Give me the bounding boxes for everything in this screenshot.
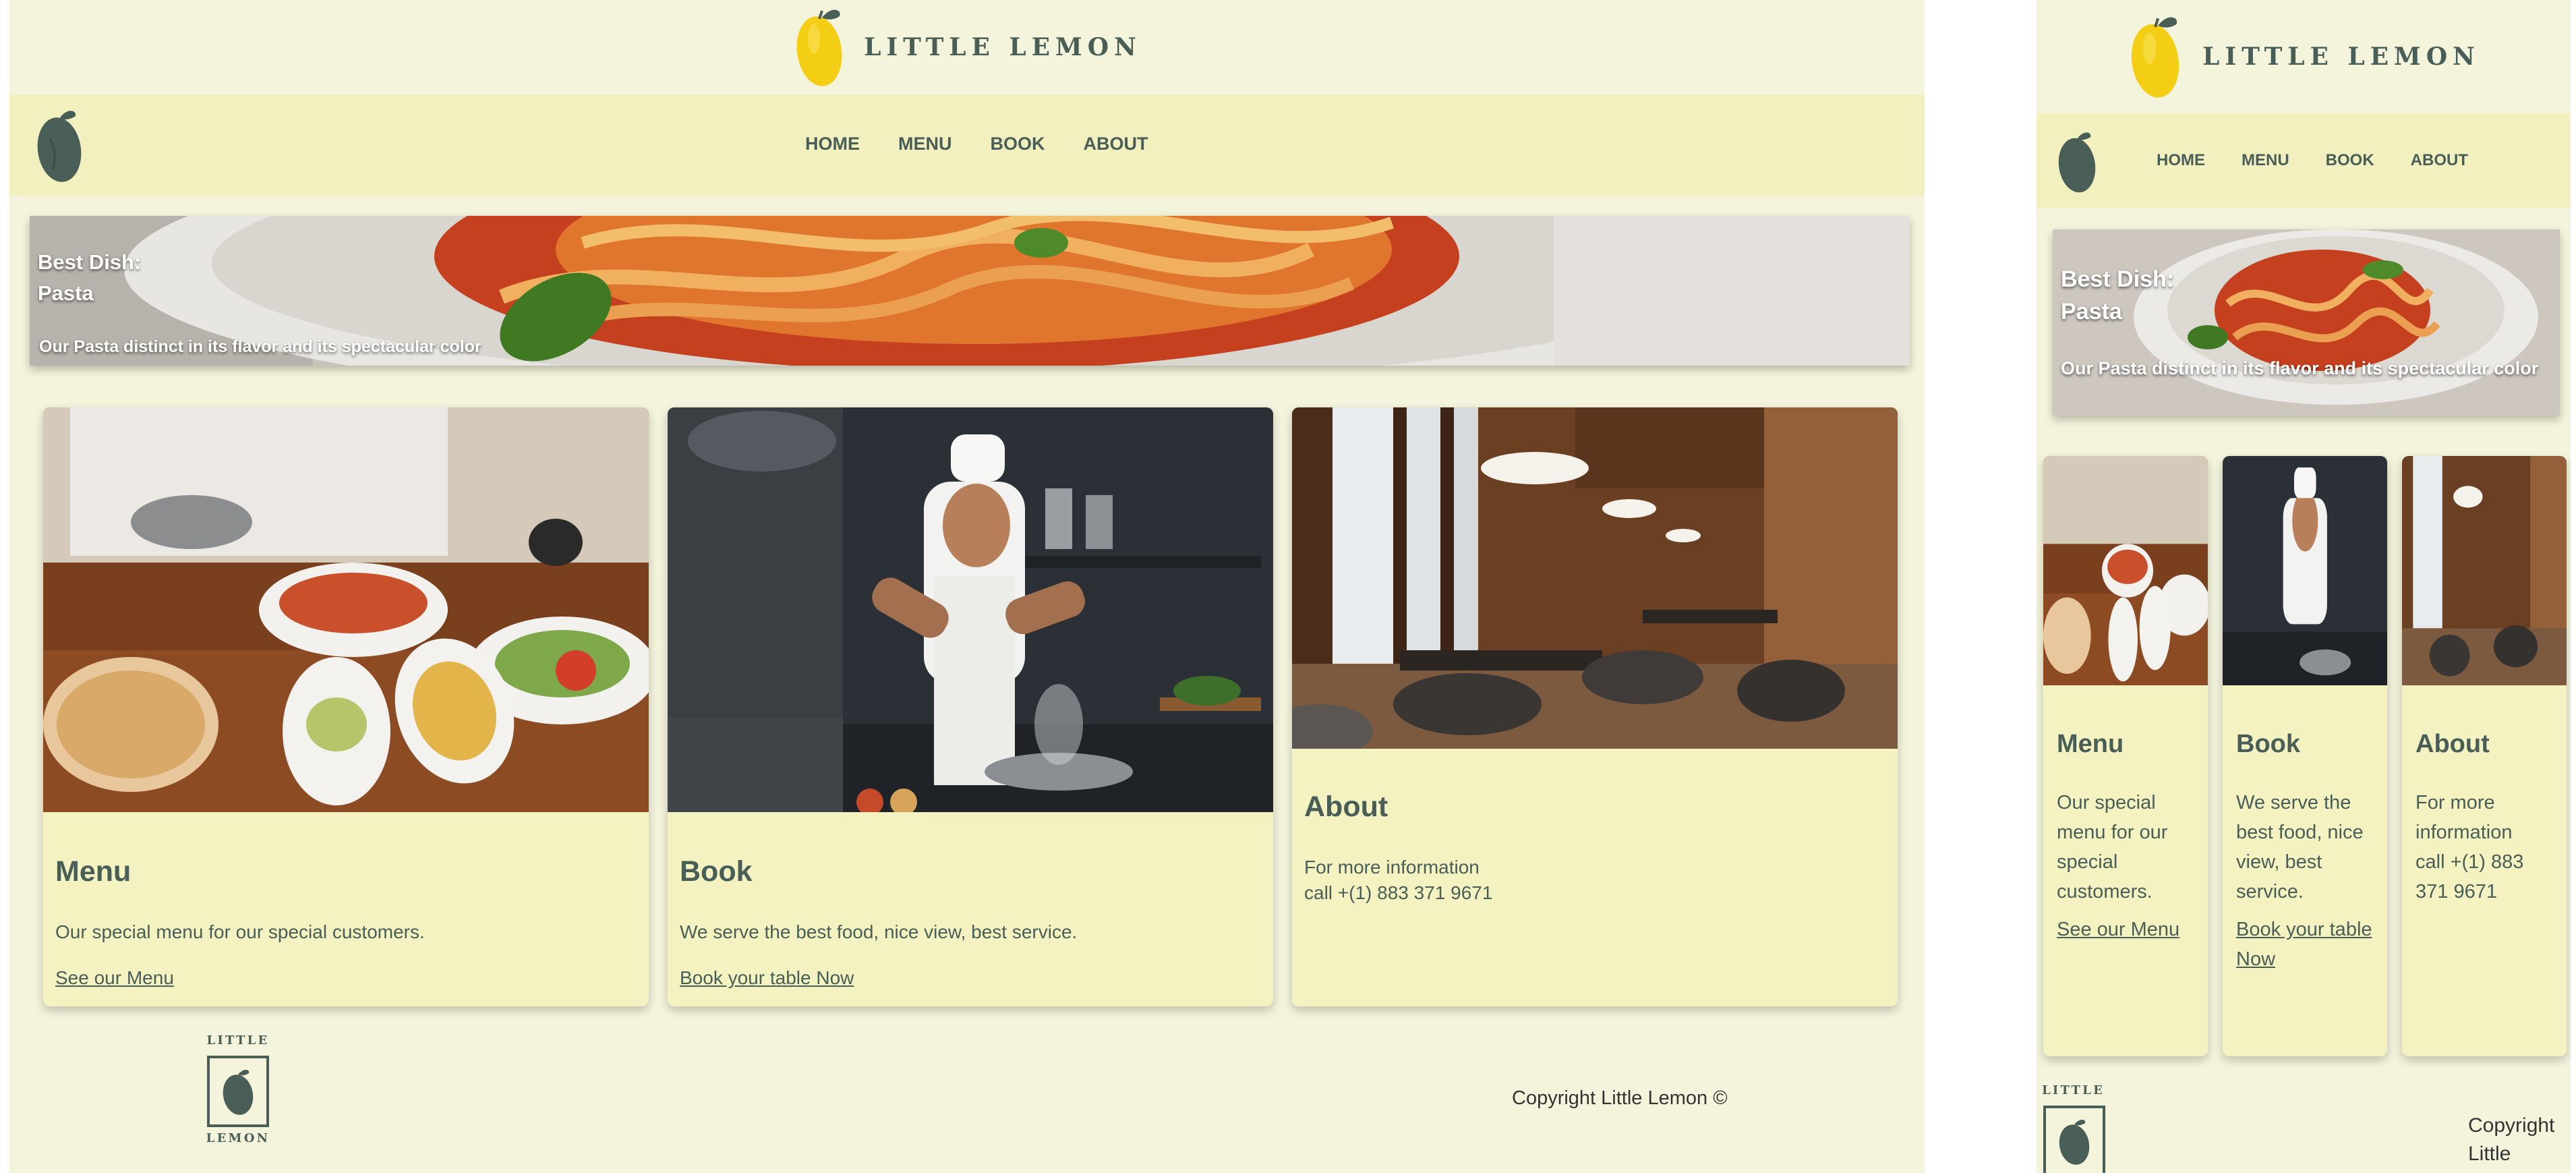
chef-image xyxy=(668,407,1273,812)
mobile-menu-card-text: Our special menu for our special custome… xyxy=(2057,792,2168,903)
mobile-hero-caption: Our Pasta distinct in its flavor and its… xyxy=(2061,358,2539,378)
mobile-brand-header: LITTLE LEMON xyxy=(2037,0,2571,113)
brand-header: LITTLE LEMON xyxy=(9,0,1925,94)
small-lemon-logo-icon xyxy=(207,1056,269,1127)
mobile-footer-logo[interactable]: LITTLE xyxy=(2042,1083,2116,1173)
nav-bar: HOME MENU BOOK ABOUT xyxy=(9,94,1925,196)
mobile-dark-lemon-icon[interactable] xyxy=(2055,127,2099,197)
menu-image xyxy=(43,407,649,812)
mobile-book-card-title: Book xyxy=(2236,730,2300,758)
footer-logo-top: LITTLE xyxy=(206,1033,270,1048)
footer-logo-bottom: LEMON xyxy=(206,1131,270,1145)
nav-menu[interactable]: MENU xyxy=(898,134,952,154)
about-card: About For more information call +(1) 883… xyxy=(1292,407,1898,1006)
book-card: Book We serve the best food, nice view, … xyxy=(668,407,1273,1006)
mobile-menu-card-title: Menu xyxy=(2057,730,2124,758)
mobile-nav-about[interactable]: ABOUT xyxy=(2411,151,2468,170)
footer-logo[interactable]: LITTLE LEMON xyxy=(201,1033,275,1155)
mobile-book-card-text: We serve the best food, nice view, best … xyxy=(2236,792,2364,903)
mobile-view: LITTLE LEMON HOME MENU BOOK ABOUT Best D… xyxy=(2037,0,2571,1173)
nav-about[interactable]: ABOUT xyxy=(1084,134,1148,154)
about-card-text-line1: For more information xyxy=(1304,857,1480,878)
about-card-title: About xyxy=(1304,791,1388,823)
see-menu-link[interactable]: See our Menu xyxy=(55,967,174,989)
mobile-book-table-link[interactable]: Book your table Now xyxy=(2236,915,2378,974)
nav-book[interactable]: BOOK xyxy=(991,134,1045,154)
mobile-about-card-text-line1: For more information xyxy=(2416,792,2513,843)
mobile-lemon-logo-icon[interactable] xyxy=(2127,9,2184,104)
mobile-brand-name: LITTLE LEMON xyxy=(2202,42,2480,71)
mobile-nav-menu[interactable]: MENU xyxy=(2242,151,2289,170)
mobile-menu-card: Menu Our special menu for our special cu… xyxy=(2043,456,2208,1056)
book-card-text: We serve the best food, nice view, best … xyxy=(680,921,1078,942)
mobile-nav-bar: HOME MENU BOOK ABOUT xyxy=(2037,113,2571,208)
mobile-about-card: About For more information call +(1) 883… xyxy=(2402,456,2567,1056)
mobile-footer-logo-top: LITTLE xyxy=(2042,1083,2105,1097)
mobile-nav-home[interactable]: HOME xyxy=(2157,151,2205,170)
lemon-logo-icon[interactable] xyxy=(792,4,846,90)
brand-name: LITTLE LEMON xyxy=(864,33,1142,61)
mobile-book-card: Book We serve the best food, nice view, … xyxy=(2223,456,2387,1056)
mobile-hero-title: Best Dish: Pasta xyxy=(2061,263,2174,328)
mobile-chef-image xyxy=(2223,456,2387,685)
hero-title-line2: Pasta xyxy=(38,281,94,305)
mobile-see-menu-link[interactable]: See our Menu xyxy=(2057,915,2198,944)
restaurant-image xyxy=(1292,407,1898,749)
nav-home[interactable]: HOME xyxy=(805,134,860,154)
mobile-hero-banner: Best Dish: Pasta Our Pasta distinct in i… xyxy=(2053,229,2560,416)
desktop-view: LITTLE LEMON HOME MENU BOOK ABOUT Best D… xyxy=(9,0,1925,1173)
mobile-about-card-text-line2: call +(1) 883 371 9671 xyxy=(2416,851,2524,903)
hero-caption: Our Pasta distinct in its flavor and its… xyxy=(39,337,481,356)
nav-links: HOME MENU BOOK ABOUT xyxy=(805,134,1148,154)
mobile-small-lemon-logo-icon xyxy=(2043,1106,2105,1173)
copyright-text: Copyright Little Lemon © xyxy=(1512,1087,1728,1109)
menu-card-text: Our special menu for our special custome… xyxy=(55,921,425,942)
mobile-nav-book[interactable]: BOOK xyxy=(2326,151,2374,170)
hero-title: Best Dish: Pasta xyxy=(38,247,141,309)
menu-card: Menu Our special menu for our special cu… xyxy=(43,407,649,1006)
mobile-about-card-title: About xyxy=(2416,730,2490,758)
hero-banner: Best Dish: Pasta Our Pasta distinct in i… xyxy=(30,216,1910,366)
mobile-hero-title-line1: Best Dish: xyxy=(2061,266,2175,292)
menu-card-title: Menu xyxy=(55,855,131,888)
mobile-copyright-text: Copyright Little Lemon © xyxy=(2468,1114,2555,1173)
about-card-text-line2: call +(1) 883 371 9671 xyxy=(1304,882,1493,903)
mobile-restaurant-image xyxy=(2402,456,2567,685)
book-table-link[interactable]: Book your table Now xyxy=(680,967,854,989)
mobile-hero-title-line2: Pasta xyxy=(2061,299,2122,324)
book-card-title: Book xyxy=(680,855,753,888)
mobile-nav-links: HOME MENU BOOK ABOUT xyxy=(2157,151,2468,170)
mobile-menu-image xyxy=(2043,456,2208,685)
dark-lemon-icon[interactable] xyxy=(34,105,85,186)
hero-title-line1: Best Dish: xyxy=(38,250,142,274)
